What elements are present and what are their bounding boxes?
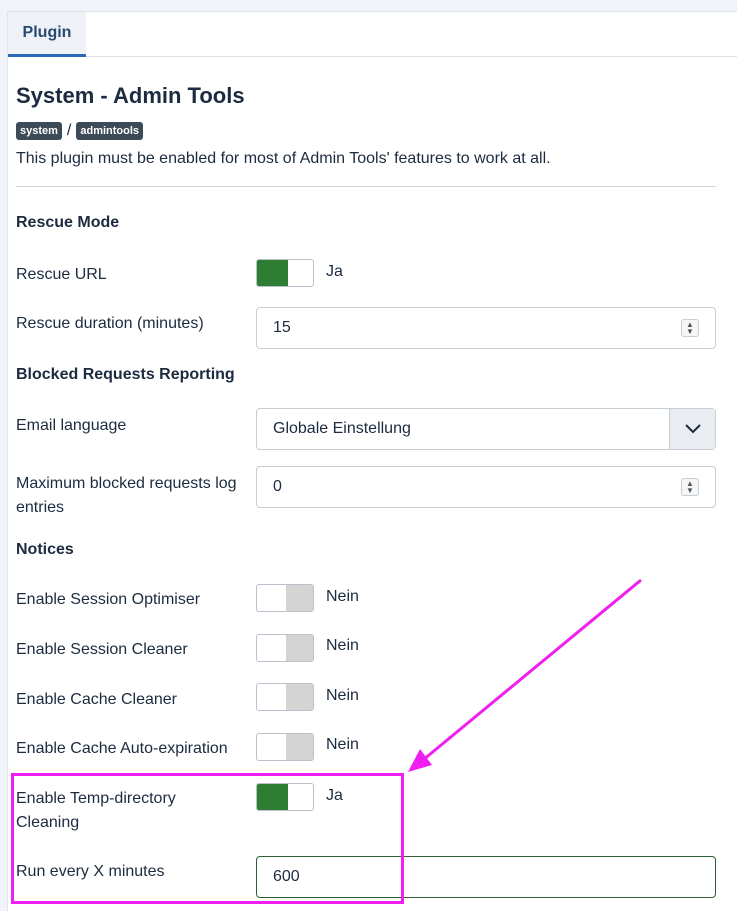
annotation-arrow-icon: [408, 578, 642, 772]
